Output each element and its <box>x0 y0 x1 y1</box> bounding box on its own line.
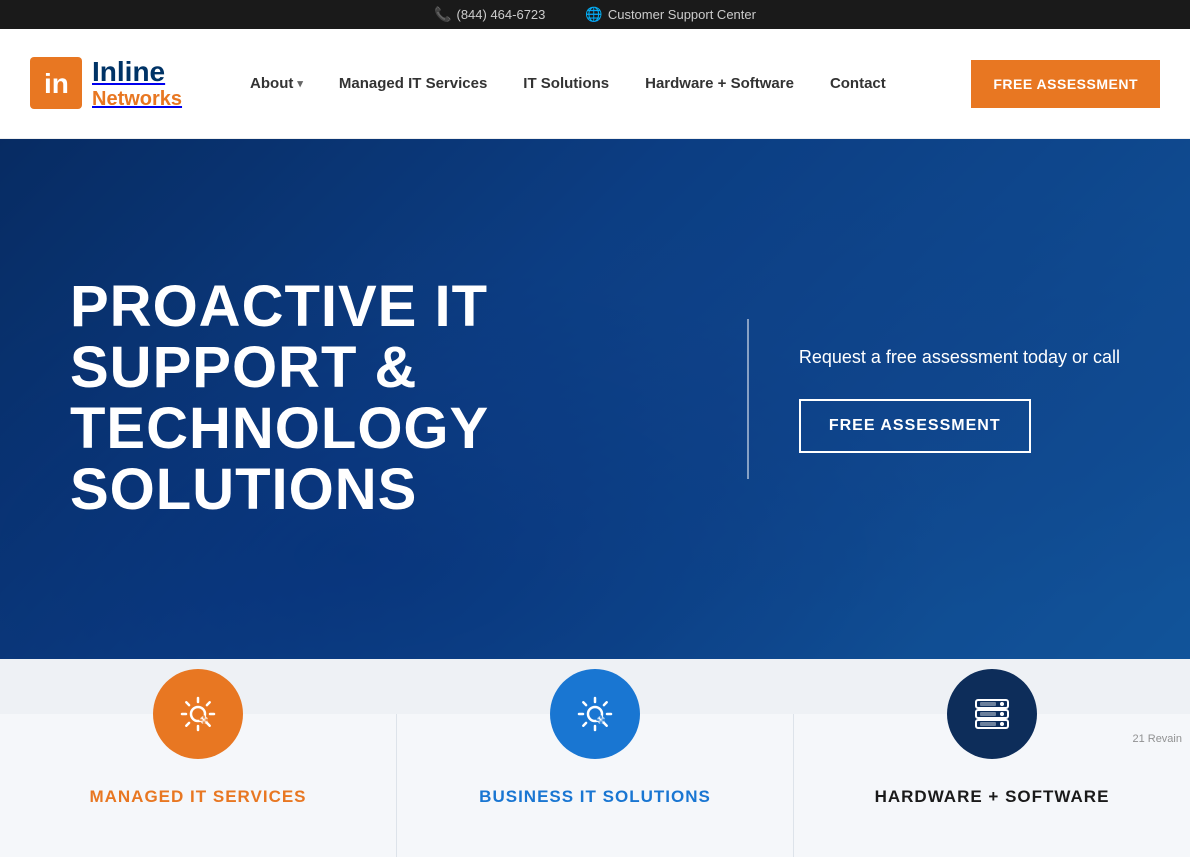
top-bar: 📞 (844) 464-6723 🌐 Customer Support Cent… <box>0 0 1190 29</box>
card-managed-it-title: MANAGED IT SERVICES <box>89 787 306 807</box>
nav-links: About ▾ Managed IT Services IT Solutions… <box>232 60 1160 108</box>
hardware-software-icon-wrap <box>947 669 1037 759</box>
hero-request-text: Request a free assessment today or call <box>799 345 1120 370</box>
card-business-it: BUSINESS IT SOLUTIONS <box>397 714 794 857</box>
logo-inline: Inline <box>92 57 182 88</box>
hero-section: PROACTIVE IT SUPPORT & TECHNOLOGY SOLUTI… <box>0 139 1190 659</box>
phone-number: (844) 464-6723 <box>456 7 545 22</box>
nav-cta-button[interactable]: FREE ASSESSMENT <box>971 60 1160 108</box>
nav-hardware-software[interactable]: Hardware + Software <box>627 75 812 92</box>
support-link[interactable]: 🌐 Customer Support Center <box>585 6 756 23</box>
logo-icon: in <box>30 57 82 109</box>
hero-left: PROACTIVE IT SUPPORT & TECHNOLOGY SOLUTI… <box>70 277 697 521</box>
hero-title: PROACTIVE IT SUPPORT & TECHNOLOGY SOLUTI… <box>70 277 697 521</box>
card-managed-it: MANAGED IT SERVICES <box>0 714 397 857</box>
svg-text:in: in <box>44 68 69 99</box>
phone-link[interactable]: 📞 (844) 464-6723 <box>434 6 545 23</box>
hero-divider <box>747 319 749 479</box>
gear-icon <box>176 692 220 736</box>
logo-link[interactable]: in Inline Networks <box>30 57 182 110</box>
chevron-down-icon: ▾ <box>297 77 303 90</box>
navbar: in Inline Networks About ▾ Managed IT Se… <box>0 29 1190 139</box>
phone-icon: 📞 <box>434 6 451 23</box>
hero-content: PROACTIVE IT SUPPORT & TECHNOLOGY SOLUTI… <box>0 277 1190 521</box>
support-icon: 🌐 <box>585 6 602 23</box>
card-hardware-software-title: HARDWARE + SOFTWARE <box>875 787 1110 807</box>
managed-it-icon-wrap <box>153 669 243 759</box>
nav-managed-it[interactable]: Managed IT Services <box>321 75 505 92</box>
cards-section: MANAGED IT SERVICES BUSINESS IT SOLUTION… <box>0 659 1190 857</box>
logo-networks: Networks <box>92 88 182 110</box>
server-icon <box>970 692 1014 736</box>
nav-it-solutions[interactable]: IT Solutions <box>505 75 627 92</box>
gear-cog-icon <box>573 692 617 736</box>
nav-about[interactable]: About ▾ <box>232 75 321 92</box>
logo-text: Inline Networks <box>92 57 182 110</box>
card-business-it-title: BUSINESS IT SOLUTIONS <box>479 787 711 807</box>
hero-right: Request a free assessment today or call … <box>799 345 1120 452</box>
card-hardware-software: HARDWARE + SOFTWARE <box>794 714 1190 857</box>
business-it-icon-wrap <box>550 669 640 759</box>
watermark: 21 Revain <box>1132 733 1182 745</box>
nav-contact[interactable]: Contact <box>812 75 904 92</box>
hero-assessment-button[interactable]: FREE ASSESSMENT <box>799 399 1031 453</box>
support-text: Customer Support Center <box>608 7 756 22</box>
